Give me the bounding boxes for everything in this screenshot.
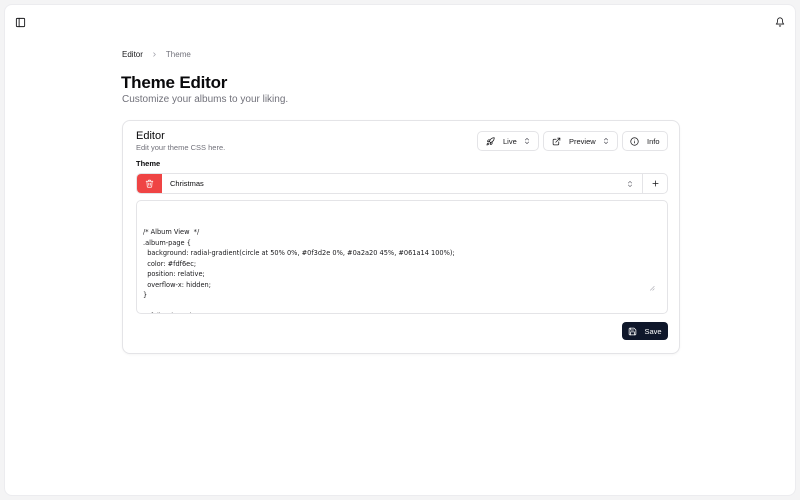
add-theme-button[interactable] (642, 174, 667, 193)
chevrons-up-down-icon (626, 180, 634, 188)
resize-handle-icon[interactable] (649, 264, 666, 312)
theme-select[interactable]: Christmas (162, 174, 642, 193)
chevrons-up-down-icon (523, 137, 531, 145)
chevrons-up-down-icon (602, 137, 610, 145)
theme-label: Theme (136, 159, 161, 168)
external-link-icon (552, 137, 561, 146)
breadcrumb-editor-link[interactable]: Editor (122, 50, 143, 59)
card-title: Editor (136, 130, 165, 142)
theme-selector-row: Christmas (136, 173, 668, 194)
info-circle-icon (630, 136, 639, 146)
preview-select[interactable]: Preview (543, 131, 618, 151)
editor-card: Editor Edit your theme CSS here. Live Pr… (122, 120, 680, 354)
live-label: Live (503, 136, 517, 146)
css-code-editor[interactable]: /* Album View */ .album-page { backgroun… (136, 200, 668, 314)
breadcrumb: Editor Theme (122, 50, 191, 59)
save-label: Save (644, 326, 662, 336)
breadcrumb-current: Theme (165, 50, 191, 59)
theme-select-value: Christmas (170, 179, 204, 188)
preview-label: Preview (569, 136, 596, 146)
page-title: Theme Editor (121, 73, 228, 92)
css-code-text: /* Album View */ .album-page { backgroun… (143, 228, 455, 313)
trash-icon (145, 179, 154, 188)
delete-theme-button[interactable] (137, 174, 162, 193)
live-select[interactable]: Live (477, 131, 539, 151)
panel-left-icon[interactable] (9, 11, 31, 33)
save-button[interactable]: Save (622, 322, 668, 340)
card-description: Edit your theme CSS here. (136, 143, 226, 152)
chevron-right-icon (151, 51, 158, 58)
bell-icon[interactable] (769, 11, 791, 33)
save-icon (628, 327, 637, 336)
plus-icon (651, 179, 660, 188)
info-label: Info (647, 136, 660, 146)
app-window: Editor Theme Theme Editor Customize your… (4, 4, 796, 496)
info-button[interactable]: Info (622, 131, 668, 151)
rocket-icon (486, 136, 495, 146)
page-subtitle: Customize your albums to your liking. (122, 94, 289, 105)
